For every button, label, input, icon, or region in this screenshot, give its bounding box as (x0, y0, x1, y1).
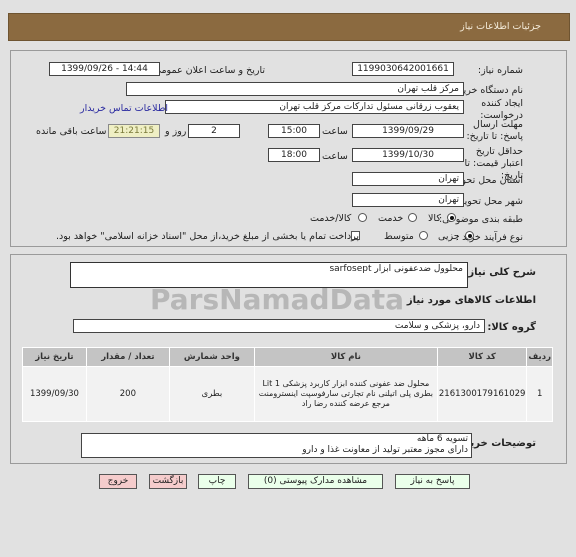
goods-section-title: اطلاعات کالاهای مورد نیاز (406, 295, 536, 306)
delivery-city-field: تهران (352, 193, 464, 207)
remaining-time-field: 21:21:15 (108, 124, 160, 138)
back-button[interactable]: بازگشت (149, 474, 187, 489)
price-validity-time-label: ساعت (322, 151, 348, 162)
col-unit: واحد شمارش (168, 347, 255, 367)
col-quantity: تعداد / مقدار (85, 347, 170, 367)
table-header-row: ردیف کد کالا نام کالا واحد شمارش تعداد /… (22, 347, 553, 367)
announce-datetime-label: تاریخ و ساعت اعلان عمومی: (150, 65, 265, 76)
buyer-notes-line-1: تسویه 6 ماهه (416, 434, 468, 444)
summary-text: محلوول ضدعفونی ابزار sarfosept (329, 264, 463, 274)
page-title: جزئیات اطلاعات نیاز (460, 21, 541, 32)
announce-datetime-field: 1399/09/26 - 14:44 (49, 62, 160, 76)
treasury-payment-note: پرداخت تمام یا بخشی از مبلغ خرید،از محل … (56, 231, 359, 242)
category-radio-service[interactable] (408, 213, 417, 222)
print-button[interactable]: چاپ (198, 474, 236, 489)
days-label: روز و (165, 126, 187, 137)
col-code: کد کالا (436, 347, 528, 367)
price-validity-date: 1399/10/30 (352, 148, 464, 162)
summary-label: شرح کلی نیاز: (464, 267, 536, 278)
exit-button[interactable]: خروج (99, 474, 137, 489)
process-option-minor: جزیی (438, 231, 460, 242)
cell-need-date: 1399/09/30 (22, 366, 87, 422)
process-radio-minor[interactable] (465, 231, 474, 240)
category-option-goods: کالا (428, 213, 441, 224)
need-number-label: شماره نیاز: (477, 65, 523, 76)
buyer-notes-line-2: دارای مجوز معتبر تولید از معاونت غذا و د… (302, 445, 468, 455)
col-name: نام کالا (253, 347, 438, 367)
response-deadline-label-text: مهلت ارسال پاسخ: تا تاریخ: (466, 119, 523, 142)
buyer-org-field: مرکز قلب تهران (126, 82, 464, 96)
cell-quantity: 200 (85, 366, 170, 422)
category-radio-goods[interactable] (447, 213, 456, 222)
col-need-date: تاریخ نیاز (22, 347, 87, 367)
response-deadline-date: 1399/09/29 (352, 124, 464, 138)
remaining-days-field: 2 (188, 124, 240, 138)
view-attachments-button[interactable]: مشاهده مدارک پیوستی (0) (248, 474, 383, 489)
cell-name: محلول ضد عفونی کننده ابزار کاربرد پزشکی … (253, 366, 438, 422)
category-option-service: خدمت (378, 213, 404, 224)
category-option-goods-service: کالا/خدمت (310, 213, 352, 224)
summary-field: محلوول ضدعفونی ابزار sarfosept (70, 262, 468, 288)
category-radio-goods-service[interactable] (358, 213, 367, 222)
response-time-label: ساعت (322, 126, 348, 137)
response-deadline-time: 15:00 (268, 124, 320, 138)
buyer-contact-link[interactable]: اطلاعات تماس خریدار (80, 103, 168, 114)
cell-code: 2161300179161029 (436, 366, 528, 422)
requester-label-text: ایجاد کننده درخواست: (480, 98, 523, 121)
process-option-medium: متوسط (384, 231, 414, 242)
cell-unit: بطری (168, 366, 255, 422)
delivery-province-field: تهران (352, 172, 464, 186)
buyer-notes-field: تسویه 6 ماهه دارای مجوز معتبر تولید از م… (81, 433, 472, 458)
page-header: جزئیات اطلاعات نیاز (8, 13, 570, 41)
respond-button[interactable]: پاسخ به نیاز (395, 474, 470, 489)
remaining-label: ساعت باقی مانده (36, 126, 107, 137)
table-row: 1 2161300179161029 محلول ضد عفونی کننده … (22, 366, 553, 422)
delivery-city-label: شهر محل تحویل: (454, 196, 523, 207)
need-number-field: 1199030642001661 (352, 62, 454, 76)
requester-field: یعقوب زرقانی مسئول تدارکات مرکز قلب تهرا… (165, 100, 464, 114)
items-table: ردیف کد کالا نام کالا واحد شمارش تعداد /… (22, 347, 553, 422)
goods-group-label: گروه کالا: (487, 322, 536, 333)
cell-index: 1 (526, 366, 553, 422)
col-index: ردیف (526, 347, 553, 367)
price-validity-time: 18:00 (268, 148, 320, 162)
goods-group-field: دارو، پزشکی و سلامت (73, 319, 485, 333)
process-radio-medium[interactable] (419, 231, 428, 240)
